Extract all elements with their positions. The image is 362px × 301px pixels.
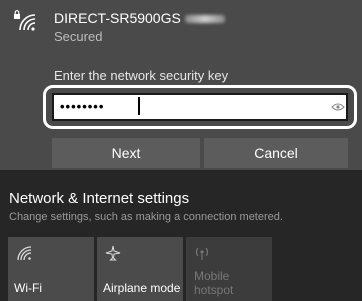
wifi-tile[interactable]: Wi-Fi: [8, 237, 94, 301]
hotspot-icon: [195, 247, 209, 260]
network-settings-subtitle: Change settings, such as making a connec…: [9, 211, 283, 223]
ssid-text: DIRECT-SR5900GS: [54, 10, 181, 26]
hotspot-label-line1: Mobile: [194, 269, 230, 283]
secured-wifi-icon: [14, 10, 36, 31]
network-settings-link[interactable]: Network & Internet settings: [9, 190, 189, 207]
security-key-label: Enter the network security key: [54, 68, 229, 83]
hotspot-tile-label: Mobile hotspot: [194, 269, 233, 297]
wifi-icon: [17, 246, 32, 261]
cancel-button[interactable]: Cancel: [204, 138, 348, 168]
reveal-password-icon[interactable]: [331, 102, 345, 112]
airplane-icon: [105, 245, 121, 261]
airplane-mode-tile[interactable]: Airplane mode: [97, 237, 183, 301]
network-status: Secured: [54, 29, 103, 44]
wifi-tile-label: Wi-Fi: [14, 281, 42, 295]
next-button[interactable]: Next: [52, 138, 200, 168]
hotspot-label-line2: hotspot: [194, 283, 234, 297]
redacted-blur: [184, 15, 225, 24]
airplane-tile-label: Airplane mode: [103, 281, 181, 295]
mobile-hotspot-tile[interactable]: Mobile hotspot: [186, 237, 272, 301]
network-name: DIRECT-SR5900GS: [54, 10, 225, 26]
security-key-input[interactable]: ••••••••: [52, 93, 348, 121]
text-caret: [138, 97, 140, 115]
